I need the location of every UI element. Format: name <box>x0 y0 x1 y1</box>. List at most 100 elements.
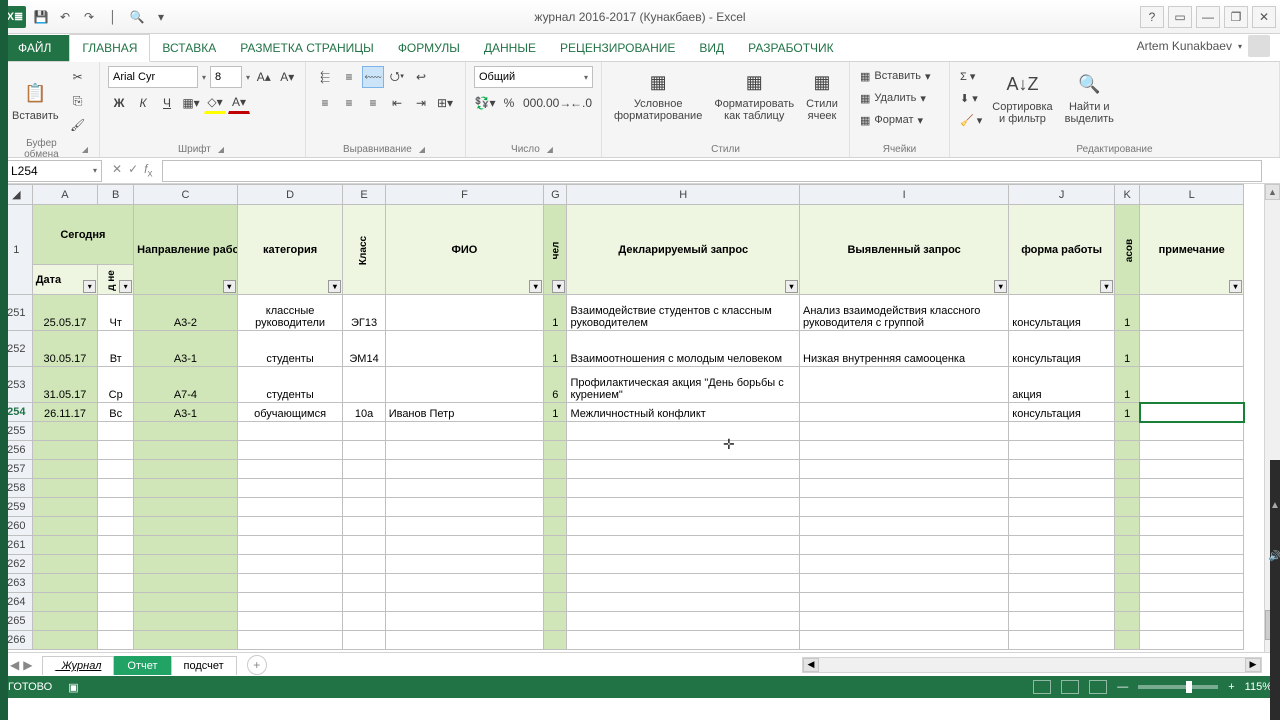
zoom-in-button[interactable]: + <box>1228 681 1234 693</box>
cell-hours[interactable]: 1 <box>1114 331 1139 367</box>
cell-dir[interactable]: А3-1 <box>134 403 238 422</box>
page-layout-view-button[interactable] <box>1061 680 1079 694</box>
col-header-C[interactable]: C <box>134 185 238 205</box>
sort-filter-button[interactable]: A↓ZСортировка и фильтр <box>988 69 1056 127</box>
cell-identified[interactable] <box>800 403 1009 422</box>
cell-people[interactable]: 1 <box>544 331 567 367</box>
orientation-button[interactable]: ⭯▾ <box>386 66 408 88</box>
close-button[interactable]: ✕ <box>1252 6 1276 28</box>
cancel-formula-button[interactable]: ✕ <box>112 162 122 179</box>
align-top-button[interactable]: ⬱ <box>314 66 336 88</box>
cell-hours[interactable]: 1 <box>1114 367 1139 403</box>
qat-preview[interactable]: 🔍 <box>128 8 146 26</box>
zoom-level[interactable]: 115% <box>1245 681 1272 693</box>
cell-date[interactable]: 26.11.17 <box>32 403 98 422</box>
decrease-decimal-button[interactable]: ←.0 <box>570 92 592 114</box>
cell-dir[interactable]: А3-1 <box>134 331 238 367</box>
name-box[interactable]: L254▾ <box>6 160 102 182</box>
align-launcher[interactable]: ◢ <box>416 144 428 155</box>
cell-dow[interactable]: Вт <box>98 331 134 367</box>
decrease-indent-button[interactable]: ⇤ <box>386 92 408 114</box>
cell-people[interactable]: 1 <box>544 295 567 331</box>
cell-declared[interactable]: Взаимоотношения с молодым человеком <box>567 331 800 367</box>
qat-undo[interactable]: ↶ <box>56 8 74 26</box>
cell-form[interactable]: консультация <box>1009 295 1115 331</box>
number-format-combo[interactable]: Общий▾ <box>474 66 593 88</box>
italic-button[interactable]: К <box>132 92 154 114</box>
tab-developer[interactable]: РАЗРАБОТЧИК <box>736 35 846 61</box>
sheet-nav-prev[interactable]: ◀ <box>10 658 19 672</box>
bold-button[interactable]: Ж <box>108 92 130 114</box>
cell-note[interactable] <box>1140 295 1244 331</box>
enter-formula-button[interactable]: ✓ <box>128 162 138 179</box>
cell-fio[interactable] <box>385 295 544 331</box>
tab-formulas[interactable]: ФОРМУЛЫ <box>386 35 472 61</box>
cell-dow[interactable]: Вс <box>98 403 134 422</box>
formula-input[interactable] <box>162 160 1262 182</box>
cell-cat[interactable]: обучающимся <box>237 403 343 422</box>
qat-custom[interactable]: ▾ <box>152 8 170 26</box>
cell-date[interactable]: 31.05.17 <box>32 367 98 403</box>
macro-record-icon[interactable]: ▣ <box>68 681 78 694</box>
grow-font-button[interactable]: A▴ <box>254 66 273 88</box>
user-account[interactable]: Artem Kunakbaev▾ <box>1127 31 1280 61</box>
cell-dow[interactable]: Ср <box>98 367 134 403</box>
cell-declared[interactable]: Межличностный конфликт <box>567 403 800 422</box>
comma-button[interactable]: 000 <box>522 92 544 114</box>
minimize-button[interactable]: — <box>1196 6 1220 28</box>
tab-home[interactable]: ГЛАВНАЯ <box>69 34 150 62</box>
qat-save[interactable]: 💾 <box>32 8 50 26</box>
tab-file[interactable]: ФАЙЛ <box>0 35 69 61</box>
help-button[interactable]: ? <box>1140 6 1164 28</box>
col-header-B[interactable]: B <box>98 185 134 205</box>
cell-class[interactable]: ЭГ13 <box>343 295 385 331</box>
border-button[interactable]: ▦▾ <box>180 92 202 114</box>
worksheet-area[interactable]: ◢ABCDEFGHIJKL 1 Сегодня Направление рабо… <box>0 184 1280 652</box>
align-center-button[interactable]: ≡ <box>338 92 360 114</box>
cut-button[interactable]: ✂ <box>67 66 89 88</box>
cell-form[interactable]: акция <box>1009 367 1115 403</box>
filter-button[interactable]: ▾ <box>223 280 236 293</box>
col-header-F[interactable]: F <box>385 185 544 205</box>
cell-note[interactable] <box>1140 403 1244 422</box>
underline-button[interactable]: Ч <box>156 92 178 114</box>
col-header-L[interactable]: L <box>1140 185 1244 205</box>
tab-insert[interactable]: ВСТАВКА <box>150 35 228 61</box>
copy-button[interactable]: ⎘ <box>67 90 89 112</box>
col-header-A[interactable]: A <box>32 185 98 205</box>
increase-decimal-button[interactable]: .00→ <box>546 92 568 114</box>
filter-button[interactable]: ▾ <box>83 280 96 293</box>
cell-fio[interactable] <box>385 331 544 367</box>
number-launcher[interactable]: ◢ <box>544 144 556 155</box>
fill-color-button[interactable]: ◇▾ <box>204 92 226 114</box>
col-header-E[interactable]: E <box>343 185 385 205</box>
shrink-font-button[interactable]: A▾ <box>278 66 297 88</box>
cell-note[interactable] <box>1140 331 1244 367</box>
col-header-J[interactable]: J <box>1009 185 1115 205</box>
normal-view-button[interactable] <box>1033 680 1051 694</box>
align-middle-button[interactable]: ≡ <box>338 66 360 88</box>
horizontal-scrollbar[interactable]: ◀▶ <box>802 657 1262 673</box>
increase-indent-button[interactable]: ⇥ <box>410 92 432 114</box>
fill-button[interactable]: ⬇ ▾ <box>958 88 984 108</box>
format-as-table-button[interactable]: ▦Форматировать как таблицу <box>710 66 798 124</box>
tab-data[interactable]: ДАННЫЕ <box>472 35 548 61</box>
wrap-text-button[interactable]: ↩ <box>410 66 432 88</box>
delete-cells-button[interactable]: ▦ Удалить ▾ <box>858 88 941 108</box>
font-name-input[interactable] <box>108 66 198 88</box>
sheet-tab-report[interactable]: Отчет <box>114 656 170 675</box>
clear-button[interactable]: 🧹 ▾ <box>958 110 984 130</box>
font-color-button[interactable]: A▾ <box>228 92 250 114</box>
cell-declared[interactable]: Профилактическая акция "День борьбы с ку… <box>567 367 800 403</box>
new-sheet-button[interactable]: + <box>247 655 267 675</box>
cell-class[interactable]: ЭМ14 <box>343 331 385 367</box>
autosum-button[interactable]: Σ ▾ <box>958 66 984 86</box>
filter-button[interactable]: ▾ <box>552 280 565 293</box>
cell-hours[interactable]: 1 <box>1114 295 1139 331</box>
cell-date[interactable]: 25.05.17 <box>32 295 98 331</box>
filter-button[interactable]: ▾ <box>529 280 542 293</box>
cell-form[interactable]: консультация <box>1009 331 1115 367</box>
col-header-D[interactable]: D <box>237 185 343 205</box>
sheet-tab-count[interactable]: подсчет <box>171 656 237 675</box>
tab-review[interactable]: РЕЦЕНЗИРОВАНИЕ <box>548 35 687 61</box>
